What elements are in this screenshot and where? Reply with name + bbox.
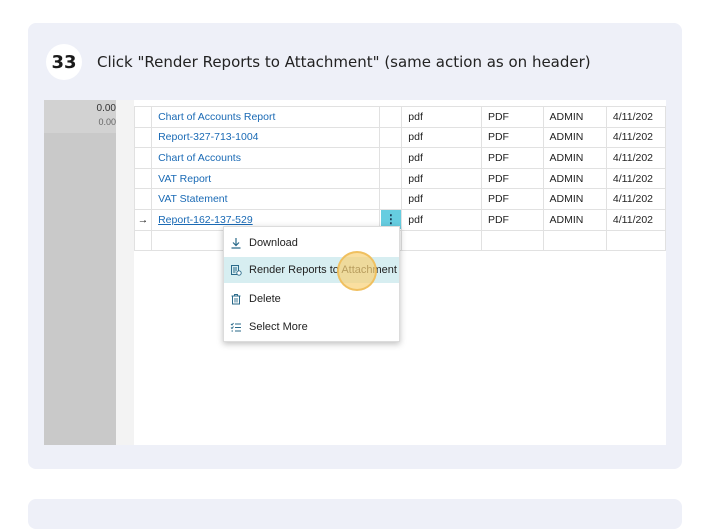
empty-cell [605,229,666,252]
row-indicator [133,167,153,190]
row-indicator [133,229,153,252]
file-extension: pdf [401,208,482,231]
left-pane-subvalue: 0.00 [98,117,116,127]
next-step-card [28,499,682,529]
user-id: ADMIN [542,126,607,149]
row-actions-cell [379,167,403,190]
report-name-link[interactable]: Chart of Accounts Report [151,106,381,128]
row-actions-cell [379,147,403,169]
report-name-text[interactable]: Report-162-137-529 [158,214,253,226]
created-date: 4/11/202 [605,147,666,169]
report-format: PDF [480,147,544,169]
empty-cell [401,229,482,252]
report-format: PDF [480,106,544,128]
table-row[interactable]: Report-327-713-1004 pdf PDF ADMIN 4/11/2… [133,126,666,149]
left-pane: 0.00 0.00 [44,100,116,445]
click-indicator [337,251,377,291]
select-list-icon [230,321,242,333]
created-date: 4/11/202 [605,188,666,210]
menu-item-label: Delete [249,293,281,305]
menu-item-label: Select More [249,321,308,333]
row-indicator [133,188,153,210]
file-extension: pdf [401,147,482,169]
file-extension: pdf [401,126,482,149]
created-date: 4/11/202 [605,208,666,231]
report-name-link[interactable]: VAT Report [151,167,381,190]
report-format: PDF [480,188,544,210]
report-format: PDF [480,126,544,149]
row-actions-cell [379,106,403,128]
menu-item-label: Download [249,237,298,249]
step-instruction: Click "Render Reports to Attachment" (sa… [97,53,591,71]
file-extension: pdf [401,188,482,210]
row-actions-cell [379,188,403,210]
left-pane-value: 0.00 [96,103,116,114]
menu-item-delete[interactable]: Delete [224,286,399,312]
trash-icon [230,293,242,305]
report-name-link[interactable]: VAT Statement [151,188,381,210]
step-card: 33 Click "Render Reports to Attachment" … [28,23,682,469]
row-indicator [133,106,153,128]
current-row-arrow-icon: → [133,208,153,231]
file-extension: pdf [401,167,482,190]
report-name-link[interactable]: Chart of Accounts [151,147,381,169]
empty-cell [542,229,607,252]
created-date: 4/11/202 [605,167,666,190]
user-id: ADMIN [542,208,607,231]
user-id: ADMIN [542,147,607,169]
file-extension: pdf [401,106,482,128]
render-report-icon [230,264,242,276]
created-date: 4/11/202 [605,106,666,128]
empty-cell [480,229,544,252]
screenshot-area: 0.00 0.00 Chart of Accounts Report pdf P… [44,100,666,445]
table-row[interactable]: Chart of Accounts pdf PDF ADMIN 4/11/202 [133,147,666,169]
download-icon [230,237,242,249]
table-row[interactable]: Chart of Accounts Report pdf PDF ADMIN 4… [133,106,666,128]
row-context-menu: Download Render Reports to Attachment De… [223,226,400,342]
user-id: ADMIN [542,167,607,190]
created-date: 4/11/202 [605,126,666,149]
left-pane-header: 0.00 0.00 [44,100,116,133]
report-name-link[interactable]: Report-327-713-1004 [151,126,381,149]
row-indicator [133,126,153,149]
step-number-badge: 33 [46,44,82,80]
report-format: PDF [480,208,544,231]
table-row[interactable]: VAT Statement pdf PDF ADMIN 4/11/202 [133,188,666,210]
row-actions-cell [379,126,403,149]
user-id: ADMIN [542,106,607,128]
menu-item-select-more[interactable]: Select More [224,314,399,340]
report-format: PDF [480,167,544,190]
table-row-empty[interactable] [133,229,666,252]
row-indicator [133,147,153,169]
user-id: ADMIN [542,188,607,210]
report-list-table: Chart of Accounts Report pdf PDF ADMIN 4… [133,106,666,252]
table-row[interactable]: VAT Report pdf PDF ADMIN 4/11/202 [133,167,666,190]
menu-item-download[interactable]: Download [224,230,399,256]
table-row-current[interactable]: → Report-162-137-529 ⋮ pdf PDF ADMIN 4/1… [133,208,666,231]
pane-divider [116,100,134,445]
